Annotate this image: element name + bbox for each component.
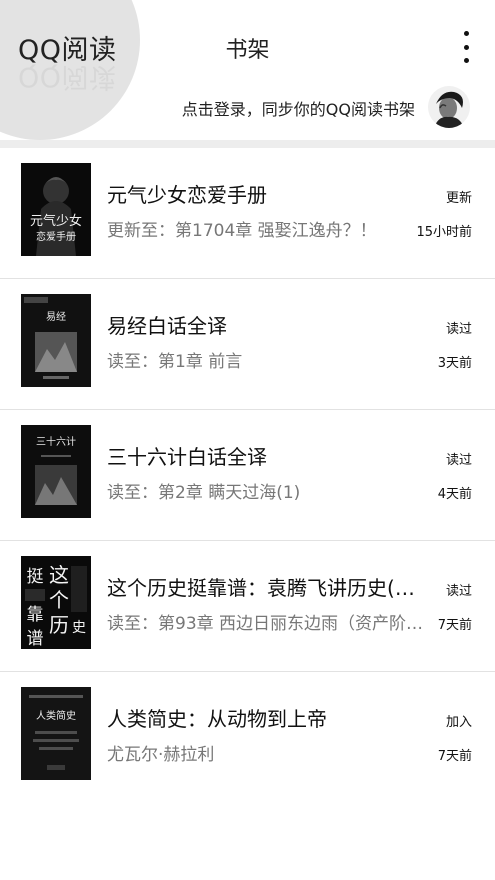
cover-art: 易经 <box>21 294 91 387</box>
book-title: 人类简史：从动物到上帝 <box>107 707 327 731</box>
book-time: 7天前 <box>437 618 472 633</box>
cover-title: 三十六计 <box>36 435 76 448</box>
book-status: 加入 <box>445 715 472 730</box>
book-item[interactable]: 挺 这 个 历 史 靠 谱 这个历史挺靠谱：袁腾飞讲历史(全集) 读至：第93章… <box>0 541 495 672</box>
avatar-graphic <box>428 86 470 128</box>
cover-subtitle: 恋爱手册 <box>36 230 76 243</box>
book-item[interactable]: 元气少女 恋爱手册 元气少女恋爱手册 更新至：第1704章 强娶江逸舟？！ 更新… <box>0 148 495 279</box>
book-cover: 元气少女 恋爱手册 <box>21 163 91 256</box>
book-status: 读过 <box>445 453 472 468</box>
book-author: 尤瓦尔·赫拉利 <box>107 745 215 765</box>
svg-text:靠: 靠 <box>27 605 44 625</box>
book-time: 3天前 <box>437 356 472 371</box>
book-title: 三十六计白话全译 <box>107 445 267 469</box>
login-prompt-link[interactable]: 点击登录，同步你的QQ阅读书架 <box>182 96 415 120</box>
cover-title: 人类简史 <box>36 709 76 722</box>
cover-art: 三十六计 <box>21 425 91 518</box>
book-cover: 三十六计 <box>21 425 91 518</box>
book-title: 易经白话全译 <box>107 314 227 338</box>
cover-art: 元气少女 恋爱手册 <box>21 163 91 256</box>
cover-title: 元气少女 <box>30 213 82 229</box>
book-status: 更新 <box>445 191 472 206</box>
book-time: 15小时前 <box>416 225 472 240</box>
book-title: 这个历史挺靠谱：袁腾飞讲历史(全集) <box>107 576 432 600</box>
svg-text:历: 历 <box>49 613 69 637</box>
cover-title: 易经 <box>46 310 66 323</box>
book-cover: 人类简史 <box>21 687 91 780</box>
svg-text:这: 这 <box>49 563 69 587</box>
svg-text:个: 个 <box>49 588 69 612</box>
book-status: 读过 <box>445 584 472 599</box>
book-progress: 读至：第93章 西边日丽东边雨（资产阶级革命） <box>107 614 432 634</box>
book-time: 4天前 <box>437 487 472 502</box>
page-title: 书架 <box>225 38 270 63</box>
svg-text:史: 史 <box>72 620 86 636</box>
header-divider <box>0 140 495 148</box>
empty-space <box>0 800 495 880</box>
app-header: QQ阅读 QQ阅读 书架 点击登录，同步你的QQ阅读书架 <box>0 0 495 140</box>
book-cover: 易经 <box>21 294 91 387</box>
book-time: 7天前 <box>437 749 472 764</box>
bookshelf-list: 元气少女 恋爱手册 元气少女恋爱手册 更新至：第1704章 强娶江逸舟？！ 更新… <box>0 148 495 803</box>
more-vertical-icon[interactable] <box>462 31 470 63</box>
book-progress: 读至：第2章 瞒天过海(1) <box>107 483 301 503</box>
book-item[interactable]: 人类简史 人类简史：从动物到上帝 尤瓦尔·赫拉利 加入 7天前 <box>0 672 495 803</box>
book-progress: 读至：第1章 前言 <box>107 352 243 372</box>
app-logo-reflection: QQ阅读 <box>18 61 117 92</box>
book-progress: 更新至：第1704章 强娶江逸舟？！ <box>107 221 377 241</box>
svg-text:挺: 挺 <box>27 567 44 587</box>
book-cover: 挺 这 个 历 史 靠 谱 <box>21 556 91 649</box>
user-avatar-icon[interactable] <box>428 86 470 128</box>
book-item[interactable]: 易经 易经白话全译 读至：第1章 前言 读过 3天前 <box>0 279 495 410</box>
book-title: 元气少女恋爱手册 <box>107 183 267 207</box>
cover-art: 人类简史 <box>21 687 91 780</box>
cover-art: 挺 这 个 历 史 靠 谱 <box>21 556 91 649</box>
book-item[interactable]: 三十六计 三十六计白话全译 读至：第2章 瞒天过海(1) 读过 4天前 <box>0 410 495 541</box>
svg-text:谱: 谱 <box>27 629 44 649</box>
book-status: 读过 <box>445 322 472 337</box>
